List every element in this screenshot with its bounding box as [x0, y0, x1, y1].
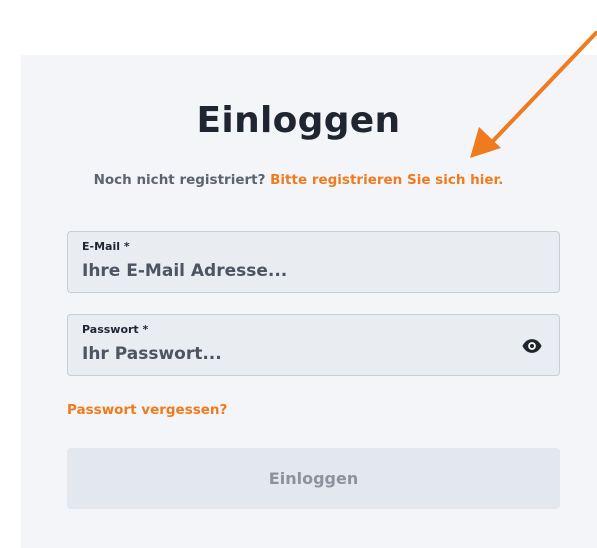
password-label: Passwort * [82, 323, 149, 336]
page-title: Einloggen [196, 100, 401, 141]
register-prompt-text: Noch nicht registriert? [93, 172, 266, 188]
forgot-password-link[interactable]: Passwort vergessen? [67, 402, 227, 418]
register-prompt: Noch nicht registriert? Bitte registrier… [0, 172, 597, 188]
email-field[interactable]: E-Mail * [67, 231, 560, 293]
register-link[interactable]: Bitte registrieren Sie sich hier. [270, 172, 503, 188]
password-input[interactable] [82, 341, 502, 367]
eye-icon[interactable] [521, 335, 543, 357]
password-field[interactable]: Passwort * [67, 314, 560, 376]
login-button[interactable]: Einloggen [67, 448, 560, 509]
email-input[interactable] [82, 258, 502, 284]
email-label: E-Mail * [82, 240, 130, 253]
